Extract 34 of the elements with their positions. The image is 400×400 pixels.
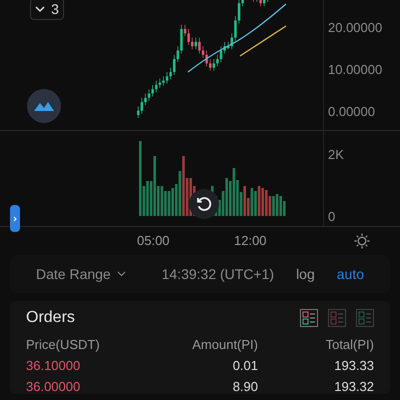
total-cell-text: 193.32 [333,379,374,394]
price-cell-text: 36.00000 [26,379,82,394]
amount-cell-text: 0.01 [232,358,258,373]
volume-axis-label: 2K [327,147,345,162]
price-axis-label: 10.00000 [327,62,384,77]
price-axis-label: 0.00000 [327,104,376,119]
orders-title: Orders [26,309,75,327]
reset-icon [195,195,213,213]
column-header: Total(PI) [324,337,374,352]
side-panel-handle[interactable] [10,205,20,232]
order-book-view-icon [300,309,318,327]
order-book-view-icon [328,309,346,327]
order-view-button[interactable] [300,309,318,327]
scale-toggle[interactable]: log [296,266,315,282]
chevron-right-icon [13,216,17,222]
time-axis-label: 05:00 [137,233,170,248]
column-header: Amount(PI) [191,337,258,352]
indicator-toggle[interactable]: 3 [30,0,64,20]
scale-toggle[interactable]: auto [336,266,364,282]
column-header: Price(USDT) [26,337,101,352]
price-axis-label: 20.00000 [327,20,384,35]
settings-icon[interactable] [353,232,371,250]
order-book-view-icon [356,309,374,327]
amount-cell-text: 8.90 [232,379,258,394]
price-cell-text: 36.10000 [26,358,82,373]
chevron-down-icon [116,271,126,277]
chevron-down-icon [35,6,46,12]
date-range-dropdown[interactable]: Date Range [36,266,126,282]
clock-time: 14:39:32 (UTC+1) [162,266,274,282]
reset-button[interactable] [189,189,219,219]
time-axis-label: 12:00 [234,233,267,248]
volume-axis-label: 0 [327,209,336,224]
total-cell-text: 193.33 [333,358,374,373]
logo-button[interactable] [27,89,61,123]
